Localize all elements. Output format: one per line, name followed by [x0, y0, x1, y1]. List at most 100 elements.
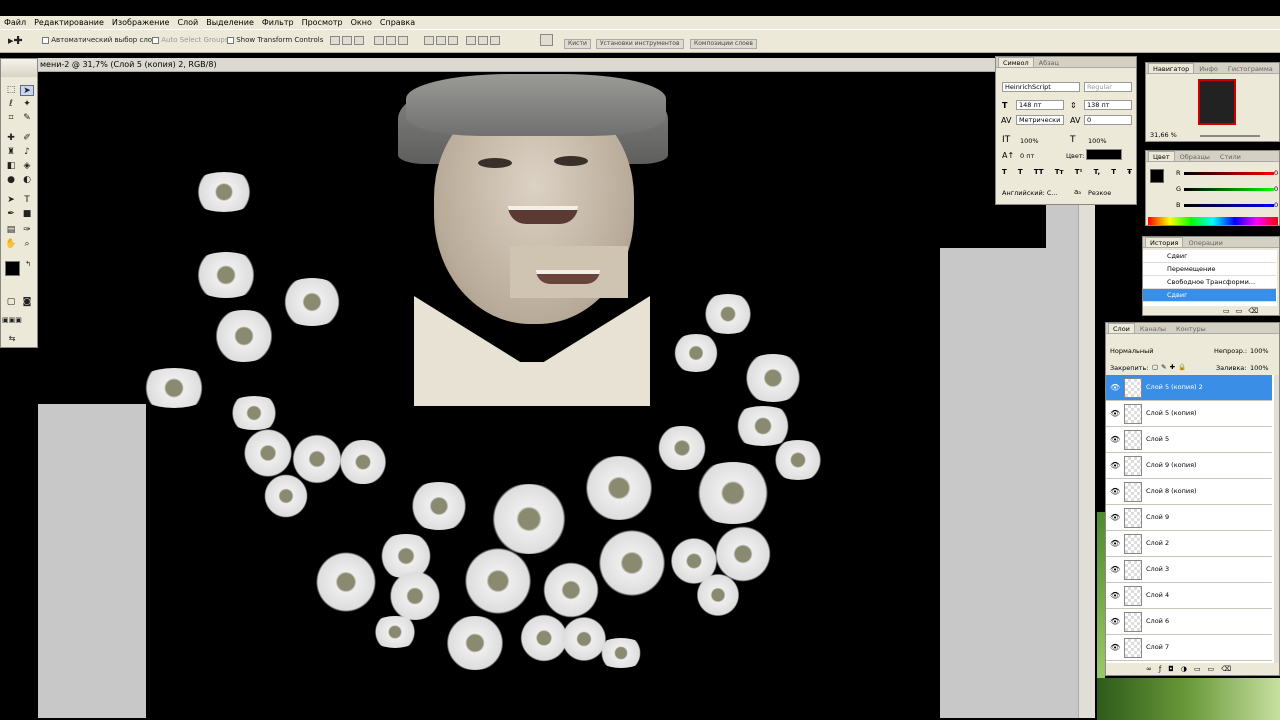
- align-vcenter-icon[interactable]: [342, 36, 352, 45]
- distribute-hcenter-icon[interactable]: [478, 36, 488, 45]
- menu-image[interactable]: Изображение: [108, 18, 174, 27]
- language-select[interactable]: Английский: С...: [1002, 189, 1058, 197]
- tab-navigator[interactable]: Навигатор: [1148, 63, 1195, 73]
- anti-alias-select[interactable]: Резкое: [1088, 189, 1111, 197]
- tab-info[interactable]: Инфо: [1194, 63, 1223, 73]
- layer-row[interactable]: 👁 Слой 4: [1106, 583, 1272, 609]
- auto-select-groups-checkbox[interactable]: Auto Select Groups: [152, 36, 229, 44]
- swap-colors-icon[interactable]: ↰: [21, 259, 35, 270]
- magic-wand-tool-icon[interactable]: ✦: [20, 99, 34, 110]
- eye-icon[interactable]: 👁: [1110, 617, 1120, 626]
- all-caps-button[interactable]: TT: [1034, 168, 1044, 178]
- color-ramp[interactable]: [1148, 217, 1278, 225]
- subscript-button[interactable]: T,: [1094, 168, 1100, 178]
- history-brush-tool-icon[interactable]: ♪: [20, 147, 34, 158]
- fill-value[interactable]: 100%: [1250, 364, 1269, 372]
- eraser-tool-icon[interactable]: ◧: [4, 161, 18, 172]
- pen-tool-icon[interactable]: ✒: [4, 209, 18, 220]
- type-tool-icon[interactable]: T: [20, 195, 34, 206]
- menu-file[interactable]: Файл: [0, 18, 30, 27]
- blend-mode-select[interactable]: Нормальный: [1110, 347, 1153, 355]
- jump-to-imageready-icon[interactable]: ⇆: [5, 333, 19, 344]
- leading-field[interactable]: 138 пт: [1084, 100, 1132, 110]
- align-hcenter-icon[interactable]: [386, 36, 396, 45]
- checkbox-icon[interactable]: [42, 36, 49, 44]
- slice-tool-icon[interactable]: ✎: [20, 113, 34, 124]
- eye-icon[interactable]: 👁: [1110, 435, 1120, 444]
- baseline-shift-value[interactable]: 0 пт: [1020, 152, 1034, 160]
- g-slider[interactable]: [1184, 188, 1274, 191]
- well-tab-tool-presets[interactable]: Установки инструментов: [596, 39, 684, 49]
- b-slider[interactable]: [1184, 204, 1274, 207]
- layer-row[interactable]: 👁 Слой 5: [1106, 427, 1272, 453]
- palette-well-icon[interactable]: [540, 34, 553, 46]
- distribute-left-icon[interactable]: [466, 36, 476, 45]
- navigator-zoom-slider[interactable]: [1200, 135, 1260, 137]
- tab-color[interactable]: Цвет: [1148, 151, 1175, 161]
- layer-row[interactable]: 👁 Слой 5 (копия): [1106, 401, 1272, 427]
- eye-icon[interactable]: 👁: [1110, 409, 1120, 418]
- tab-styles[interactable]: Стили: [1215, 151, 1246, 161]
- eye-icon[interactable]: 👁: [1110, 539, 1120, 548]
- align-right-icon[interactable]: [398, 36, 408, 45]
- vertical-scale-value[interactable]: 100%: [1020, 137, 1039, 145]
- align-left-icon[interactable]: [374, 36, 384, 45]
- menu-help[interactable]: Справка: [376, 18, 419, 27]
- layers-scrollbar[interactable]: [1274, 375, 1279, 663]
- align-top-icon[interactable]: [330, 36, 340, 45]
- tab-paragraph[interactable]: Абзац: [1034, 57, 1064, 67]
- navigator-thumbnail[interactable]: [1198, 79, 1236, 125]
- r-slider[interactable]: [1184, 172, 1274, 175]
- distribute-vcenter-icon[interactable]: [436, 36, 446, 45]
- healing-brush-tool-icon[interactable]: ✚: [4, 133, 18, 144]
- layers-footer-icons[interactable]: ∞ƒ◘◑▭▭⌫: [1146, 665, 1238, 673]
- layer-row[interactable]: 👁 Слой 3: [1106, 557, 1272, 583]
- paint-bucket-tool-icon[interactable]: ◈: [20, 161, 34, 172]
- hand-tool-icon[interactable]: ✋: [4, 239, 18, 250]
- tab-character[interactable]: Символ: [998, 57, 1034, 67]
- small-caps-button[interactable]: Tт: [1055, 168, 1064, 178]
- checkbox-icon[interactable]: [227, 36, 234, 44]
- horizontal-scale-value[interactable]: 100%: [1088, 137, 1107, 145]
- tab-swatches[interactable]: Образцы: [1175, 151, 1215, 161]
- font-family-select[interactable]: HeinrichScript: [1002, 82, 1080, 92]
- blur-tool-icon[interactable]: ●: [4, 175, 18, 186]
- eye-icon[interactable]: 👁: [1110, 591, 1120, 600]
- menu-edit[interactable]: Редактирование: [30, 18, 108, 27]
- brush-tool-icon[interactable]: ✐: [20, 133, 34, 144]
- r-value[interactable]: 0: [1274, 169, 1278, 177]
- auto-select-checkbox[interactable]: Автоматический выбор слоя: [42, 36, 156, 44]
- zoom-tool-icon[interactable]: ⌕: [20, 239, 34, 250]
- history-item[interactable]: Перемещение: [1143, 263, 1276, 276]
- standard-mode-icon[interactable]: ▢: [4, 297, 18, 308]
- g-value[interactable]: 0: [1274, 185, 1278, 193]
- menu-layer[interactable]: Слой: [173, 18, 202, 27]
- history-item[interactable]: Свободное Трансформи...: [1143, 276, 1276, 289]
- tab-paths[interactable]: Контуры: [1171, 323, 1211, 333]
- foreground-color-swatch[interactable]: [5, 261, 20, 276]
- clone-stamp-tool-icon[interactable]: ♜: [4, 147, 18, 158]
- layer-row[interactable]: 👁 Слой 8 (копия): [1106, 479, 1272, 505]
- layer-row-selected[interactable]: 👁 Слой 5 (копия) 2: [1106, 375, 1272, 401]
- path-selection-tool-icon[interactable]: ➤: [4, 195, 18, 206]
- eye-icon[interactable]: 👁: [1110, 513, 1120, 522]
- font-style-select[interactable]: Regular: [1084, 82, 1132, 92]
- color-foreground-swatch[interactable]: [1150, 169, 1164, 183]
- history-footer-icons[interactable]: ▭▭⌫: [1223, 307, 1264, 315]
- lock-icons[interactable]: ▢✎✚🔒: [1152, 363, 1189, 371]
- kerning-field[interactable]: Метрически: [1016, 115, 1064, 125]
- tab-history[interactable]: История: [1145, 237, 1184, 247]
- distribute-top-icon[interactable]: [424, 36, 434, 45]
- history-item[interactable]: Сдвиг: [1143, 250, 1276, 263]
- well-tab-brushes[interactable]: Кисти: [564, 39, 591, 49]
- menu-select[interactable]: Выделение: [202, 18, 258, 27]
- layer-row[interactable]: 👁 Слой 2: [1106, 531, 1272, 557]
- show-transform-checkbox[interactable]: Show Transform Controls: [227, 36, 323, 44]
- marquee-tool-icon[interactable]: ⬚: [4, 85, 18, 96]
- faux-italic-button[interactable]: T: [1018, 168, 1023, 178]
- faux-bold-button[interactable]: T: [1002, 168, 1007, 178]
- tab-histogram[interactable]: Гистограмма: [1223, 63, 1278, 73]
- opacity-value[interactable]: 100%: [1250, 347, 1269, 355]
- eye-icon[interactable]: 👁: [1110, 643, 1120, 652]
- superscript-button[interactable]: T¹: [1075, 168, 1083, 178]
